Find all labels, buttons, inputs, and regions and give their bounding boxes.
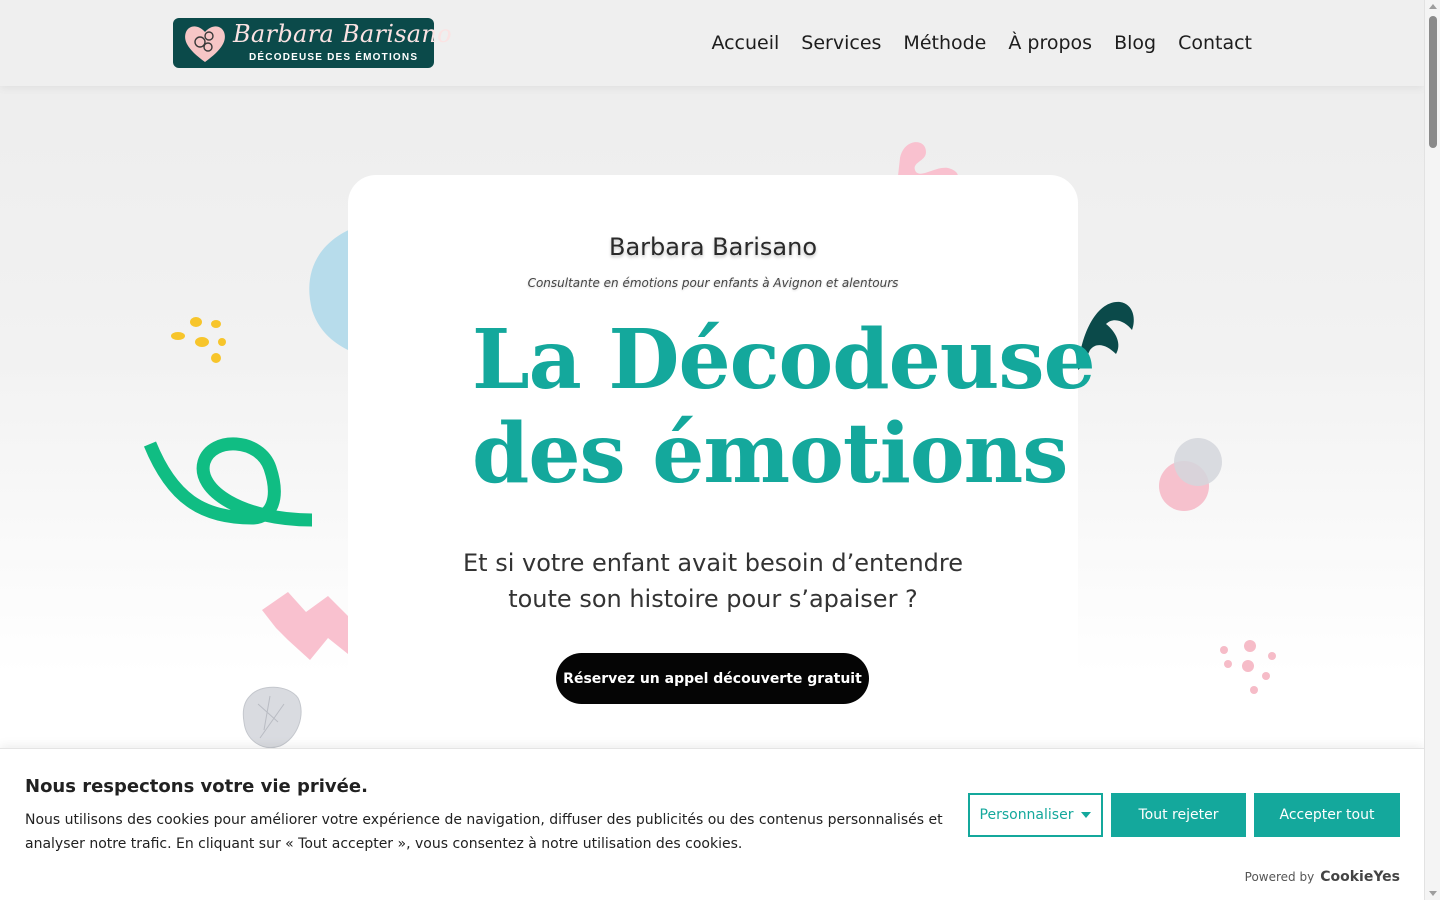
scroll-thumb[interactable]	[1429, 16, 1437, 148]
nav-a-propos[interactable]: À propos	[1008, 32, 1092, 54]
page-scrollbar[interactable]	[1424, 0, 1440, 900]
grey-paper-shape	[242, 686, 302, 748]
cookieyes-logo: CookieYes	[1320, 869, 1400, 885]
yellow-dots-shape	[171, 317, 226, 363]
pink-grey-circles-shape	[1159, 438, 1222, 511]
site-header: Barbara Barisano DÉCODEUSE DES ÉMOTIONS …	[0, 0, 1424, 86]
book-call-button[interactable]: Réservez un appel découverte gratuit	[556, 653, 869, 704]
customize-label: Personnaliser	[979, 807, 1074, 823]
scroll-down-icon[interactable]	[1429, 891, 1437, 896]
reject-all-button[interactable]: Tout rejeter	[1111, 793, 1246, 837]
hero-lead-line-2: toute son histoire pour s’apaiser ?	[508, 585, 918, 613]
hero-title-line-2: des émotions	[472, 406, 1068, 502]
pink-dots-shape	[1220, 640, 1276, 694]
logo-name: Barbara Barisano	[233, 20, 452, 48]
hero-title-line-1: La Décodeuse	[472, 312, 1096, 408]
site-logo[interactable]: Barbara Barisano DÉCODEUSE DES ÉMOTIONS	[173, 18, 452, 68]
hero-name: Barbara Barisano	[609, 233, 817, 261]
hero-lead: Et si votre enfant avait besoin d’entend…	[348, 545, 1078, 617]
pink-squiggle-top-shape	[898, 142, 958, 176]
nav-methode[interactable]: Méthode	[903, 32, 986, 54]
cookie-text: Nous utilisons des cookies pour améliore…	[25, 812, 943, 852]
caret-down-icon	[1081, 812, 1092, 818]
customize-button[interactable]: Personnaliser	[968, 793, 1103, 837]
cookie-title: Nous respectons votre vie privée.	[25, 776, 368, 797]
nav-accueil[interactable]: Accueil	[711, 32, 779, 54]
green-swirl-shape	[143, 437, 313, 527]
nav-contact[interactable]: Contact	[1178, 32, 1252, 54]
hero-lead-line-1: Et si votre enfant avait besoin d’entend…	[462, 549, 963, 577]
pink-zigzag-shape	[262, 592, 348, 660]
cookie-banner: Nous respectons votre vie privée. Nous u…	[0, 748, 1424, 900]
powered-by[interactable]: Powered by CookieYes	[1245, 869, 1400, 885]
logo-subtitle: DÉCODEUSE DES ÉMOTIONS	[249, 52, 419, 63]
hero-title: La Décodeuse des émotions	[472, 312, 1096, 502]
powered-by-label: Powered by	[1244, 870, 1315, 884]
heart-logo-icon	[185, 26, 225, 62]
main-nav: Accueil Services Méthode À propos Blog C…	[711, 32, 1252, 54]
accept-all-button[interactable]: Accepter tout	[1254, 793, 1400, 837]
hero-card: Barbara Barisano Consultante en émotions…	[348, 175, 1096, 775]
nav-services[interactable]: Services	[801, 32, 881, 54]
nav-blog[interactable]: Blog	[1114, 32, 1156, 54]
hero-tagline: Consultante en émotions pour enfants à A…	[527, 276, 899, 290]
scroll-up-icon[interactable]	[1429, 4, 1437, 9]
